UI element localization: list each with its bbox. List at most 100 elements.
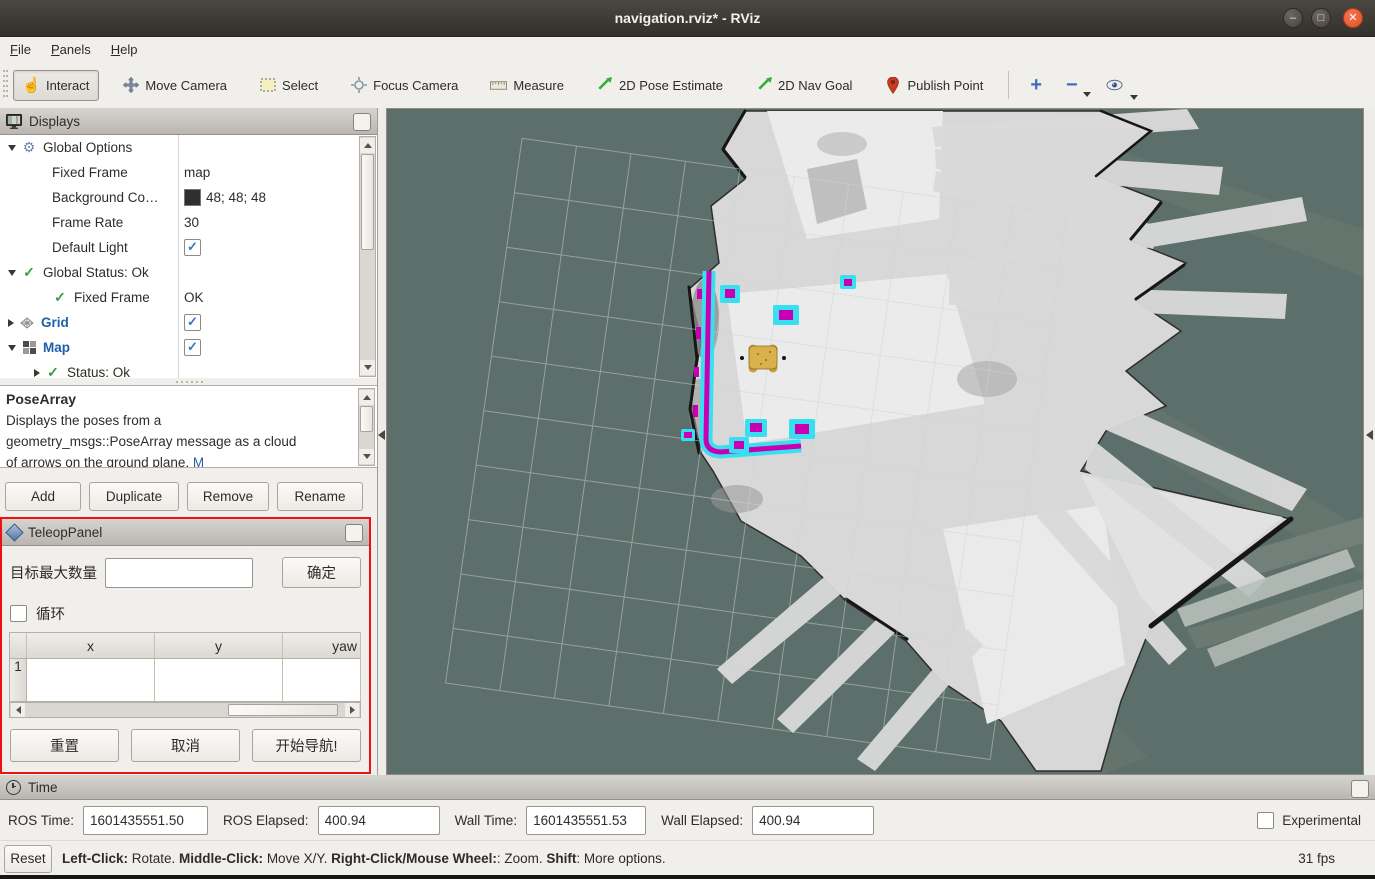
displays-panel-header[interactable]: Displays [0,108,377,135]
scroll-up-button[interactable] [360,138,375,153]
teleop-panel-header[interactable]: TeleopPanel [2,519,369,546]
status-bar: Reset Left-Click: Rotate. Middle-Click: … [0,840,1375,876]
tree-row-map-status[interactable]: ✓Status: Ok [0,360,377,378]
panel-splitter[interactable] [0,378,378,385]
time-panel-header[interactable]: Time [0,775,1375,800]
checkbox-checked[interactable] [184,314,201,331]
tree-row-frame-rate[interactable]: Frame Rate 30 [0,210,377,235]
tree-row-fixed-frame-status[interactable]: ✓Fixed Frame OK [0,285,377,310]
tree-scrollbar[interactable] [359,136,376,377]
menu-file[interactable]: File [0,42,41,57]
cell-y[interactable] [155,659,283,701]
start-navigation-button[interactable]: 开始导航! [252,729,361,762]
tool-select[interactable]: Select [250,71,327,100]
check-icon: ✓ [21,265,37,281]
ros-elapsed-value[interactable] [318,806,440,835]
teleop-reset-button[interactable]: 重置 [10,729,119,762]
splitter-collapse-right-icon[interactable] [1366,430,1373,440]
scrollbar-thumb[interactable] [361,154,374,250]
expand-icon[interactable] [8,319,14,327]
tree-row-global-options[interactable]: ⚙Global Options [0,135,377,160]
float-button[interactable] [345,524,363,542]
scroll-down-button[interactable] [359,449,374,464]
expand-icon[interactable] [34,369,40,377]
arrow-down-icon [364,365,372,370]
arrow-up-icon [363,395,371,400]
checkbox-checked[interactable] [184,339,201,356]
3d-viewport[interactable] [386,108,1364,775]
scroll-down-button[interactable] [360,360,375,375]
column-header-yaw[interactable]: yaw [283,633,361,658]
wall-time-value[interactable] [526,806,646,835]
tree-row-map[interactable]: Map [0,335,377,360]
max-goal-input[interactable] [105,558,253,588]
float-button[interactable] [1351,780,1369,798]
rename-button[interactable]: Rename [277,482,363,511]
goal-table[interactable]: x y yaw 1 [9,632,361,702]
toolbar: ☝ Interact Move Camera Select Focus Came… [0,62,1375,109]
minimize-button[interactable]: – [1283,8,1303,28]
scroll-up-button[interactable] [359,390,374,405]
checkbox-checked[interactable] [184,239,201,256]
remove-button[interactable]: Remove [187,482,269,511]
loop-checkbox[interactable] [10,605,27,622]
zoom-out-button[interactable]: − [1057,71,1087,99]
more-link[interactable]: M [193,455,204,468]
menu-help[interactable]: Help [101,42,148,57]
splitter-collapse-left-icon[interactable] [378,430,385,440]
scrollbar-thumb[interactable] [228,704,338,716]
monitor-icon [6,114,22,129]
tool-2d-nav-goal[interactable]: 2D Nav Goal [746,71,861,100]
confirm-button[interactable]: 确定 [282,557,361,588]
wall-elapsed-value[interactable] [752,806,874,835]
collapse-icon[interactable] [8,345,16,351]
experimental-checkbox[interactable] [1257,812,1274,829]
displays-panel-title: Displays [29,114,80,129]
minus-icon: − [1066,77,1078,93]
description-title: PoseArray [6,391,76,407]
table-horizontal-scrollbar[interactable] [9,702,361,718]
tool-interact[interactable]: ☝ Interact [13,70,99,101]
color-swatch [184,189,201,206]
description-scrollbar[interactable] [358,388,375,466]
table-row[interactable]: 1 [10,659,361,701]
tool-publish-point[interactable]: Publish Point [875,71,992,100]
tree-row-fixed-frame[interactable]: Fixed Frame map [0,160,377,185]
cell-x[interactable] [27,659,155,701]
teleop-cancel-button[interactable]: 取消 [131,729,240,762]
displays-tree[interactable]: ⚙Global Options Fixed Frame map Backgrou… [0,135,377,378]
toolbar-drag-handle[interactable] [3,70,8,100]
zoom-in-button[interactable]: + [1021,71,1051,99]
ros-time-value[interactable] [83,806,208,835]
tool-focus-camera[interactable]: Focus Camera [341,71,467,100]
view-options-button[interactable] [1097,71,1132,100]
arrow-right-icon [350,706,355,714]
tree-row-global-status[interactable]: ✓Global Status: Ok [0,260,377,285]
scroll-right-button[interactable] [345,703,359,717]
chevron-down-icon[interactable] [1130,95,1138,100]
collapse-icon[interactable] [8,270,16,276]
tree-row-grid[interactable]: Grid [0,310,377,335]
add-button[interactable]: Add [5,482,81,511]
tree-row-default-light[interactable]: Default Light [0,235,377,260]
tool-2d-pose-estimate[interactable]: 2D Pose Estimate [587,71,732,100]
scrollbar-thumb[interactable] [360,406,373,432]
cell-yaw[interactable] [283,659,361,701]
tool-measure[interactable]: Measure [481,71,573,100]
float-button[interactable] [353,113,371,131]
menu-panels[interactable]: Panels [41,42,101,57]
collapse-icon[interactable] [8,145,16,151]
left-panel-column: Displays ⚙Global Options Fixed Frame map… [0,108,378,775]
column-header-y[interactable]: y [155,633,283,658]
arrow-left-icon [16,706,21,714]
column-header-x[interactable]: x [27,633,155,658]
maximize-button[interactable]: □ [1311,8,1331,28]
tool-move-camera[interactable]: Move Camera [113,71,236,100]
chevron-down-icon[interactable] [1083,92,1091,97]
close-button[interactable]: ✕ [1343,8,1363,28]
duplicate-button[interactable]: Duplicate [89,482,179,511]
focus-crosshair-icon [350,77,367,94]
scroll-left-button[interactable] [11,703,25,717]
tree-row-background-color[interactable]: Background Co… 48; 48; 48 [0,185,377,210]
time-reset-button[interactable]: Reset [4,845,52,873]
